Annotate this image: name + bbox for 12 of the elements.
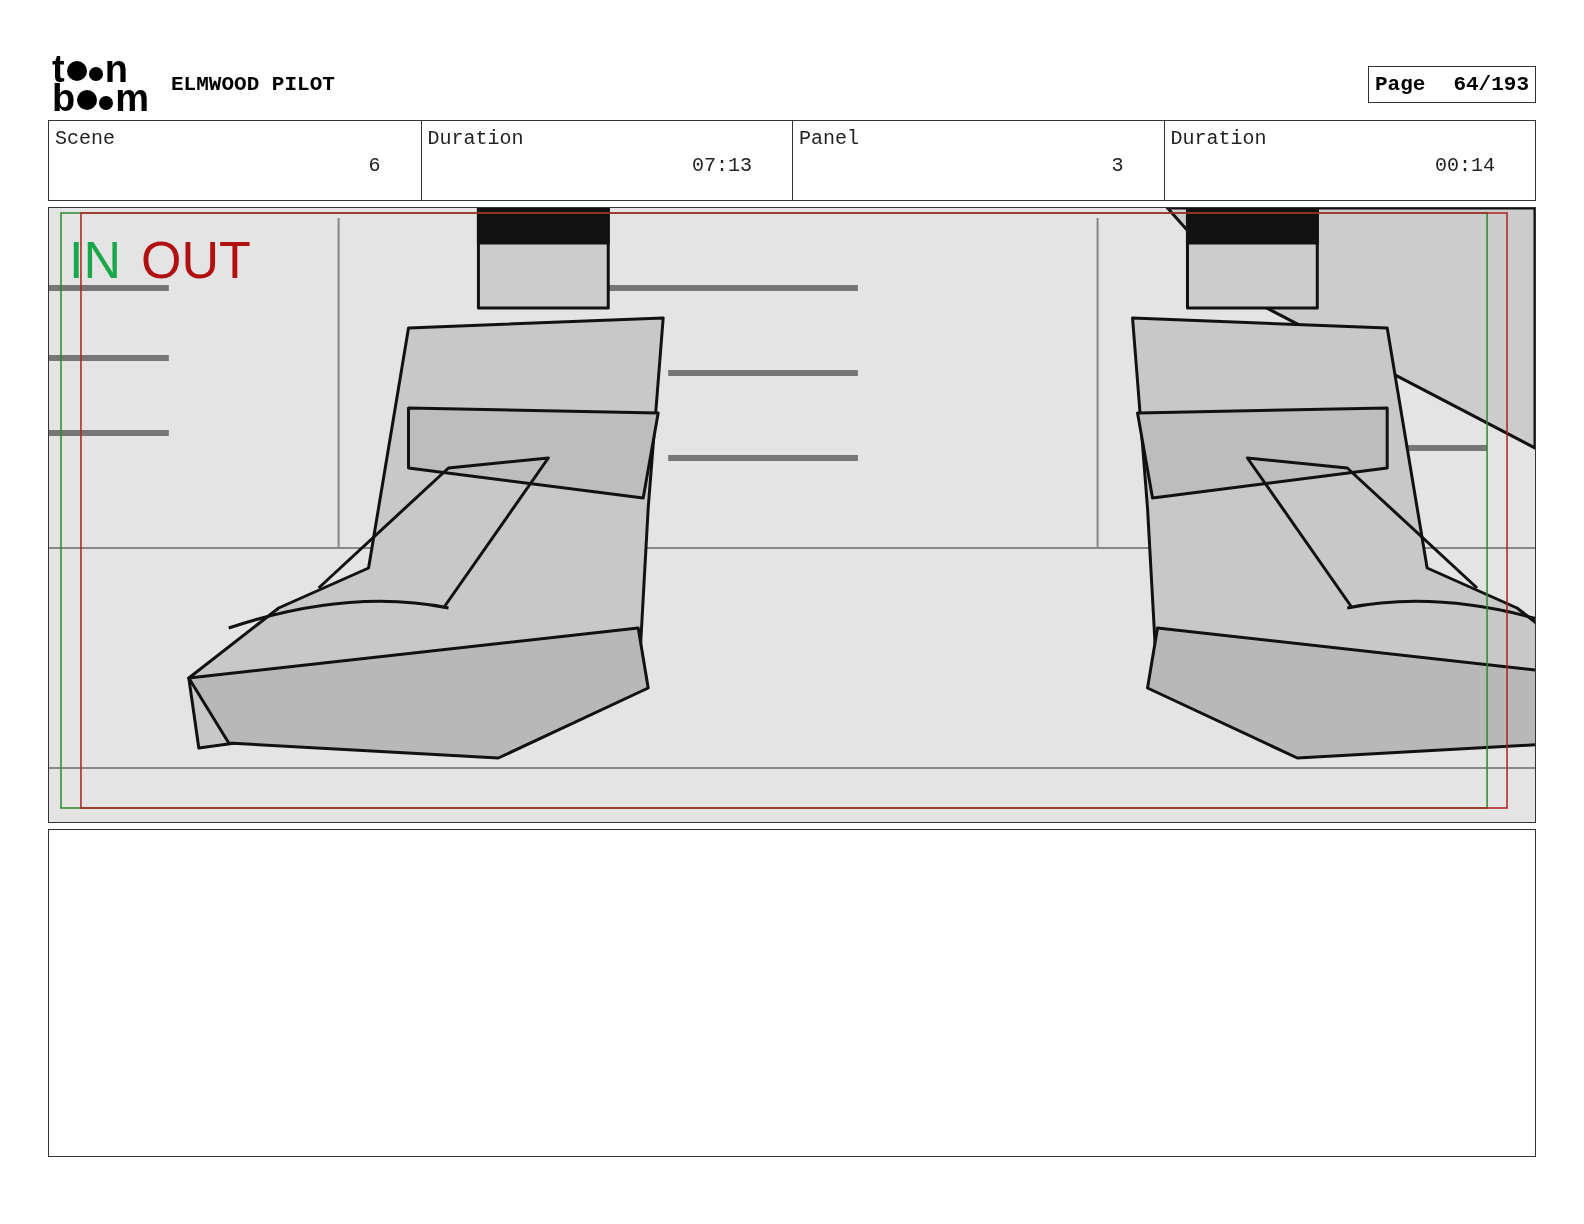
field-label: Panel [799, 127, 860, 150]
brand-logo: t n b m [52, 55, 149, 113]
page-number: Page 64/193 [1367, 65, 1536, 103]
field-value: 07:13 [692, 154, 752, 177]
field-label: Duration [1170, 127, 1268, 150]
out-marker: OUT [141, 234, 251, 286]
field-value: 6 [368, 154, 381, 177]
field-value: 00:14 [1435, 154, 1495, 177]
field-label: Scene [55, 127, 116, 150]
field-label: Duration [427, 127, 525, 150]
project-title: ELMWOOD PILOT [171, 72, 335, 96]
field-value: 3 [1111, 154, 1124, 177]
